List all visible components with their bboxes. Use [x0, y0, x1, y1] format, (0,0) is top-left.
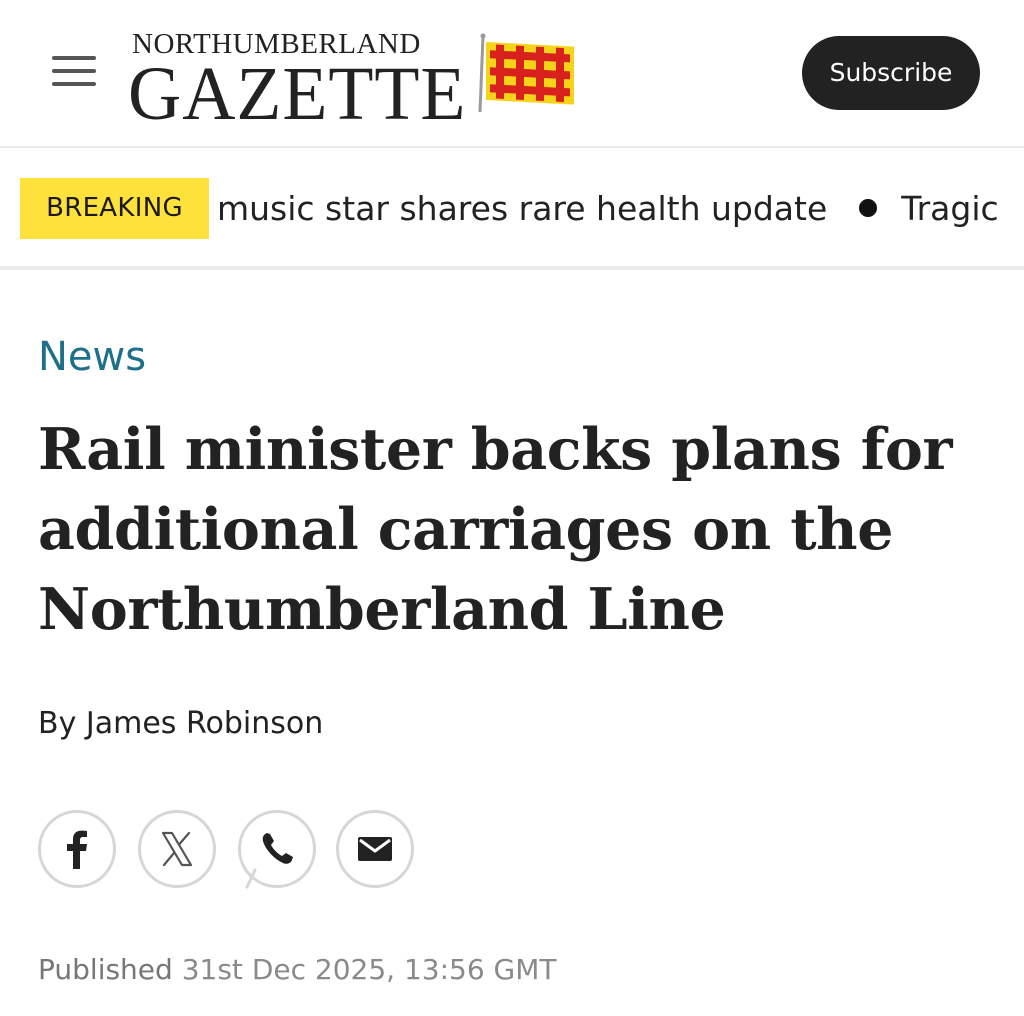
published-datetime: 31st Dec 2025, 13:56 GMT: [181, 953, 557, 986]
email-share-button[interactable]: [336, 810, 414, 888]
site-header: NORTHUMBERLAND GAZETTE Subscribe: [0, 0, 1024, 148]
published-date: Published 31st Dec 2025, 13:56 GMT: [38, 948, 557, 992]
byline: By James Robinson: [38, 700, 323, 748]
facebook-share-button[interactable]: [38, 810, 116, 888]
x-icon: [161, 831, 193, 867]
menu-bar: [52, 82, 96, 86]
menu-bar: [52, 69, 96, 73]
byline-prefix: By: [38, 706, 77, 741]
facebook-icon: [67, 830, 87, 869]
whatsapp-icon: [245, 833, 293, 889]
breaking-badge: BREAKING: [20, 178, 209, 239]
hamburger-menu-icon[interactable]: [50, 56, 98, 92]
article-headline: Rail minister backs plans for additional…: [38, 416, 953, 643]
site-logo[interactable]: NORTHUMBERLAND GAZETTE: [128, 28, 588, 134]
ticker-item[interactable]: Tragic: [901, 178, 998, 239]
whatsapp-share-button[interactable]: [238, 810, 316, 889]
x-share-button[interactable]: [138, 810, 216, 888]
ticker-track: music star shares rare health update Trag…: [217, 178, 999, 239]
menu-bar: [52, 56, 96, 60]
category-link[interactable]: News: [38, 330, 146, 384]
breaking-news-ticker: BREAKING music star shares rare health u…: [0, 150, 1024, 270]
subscribe-button[interactable]: Subscribe: [802, 36, 980, 110]
email-icon: [358, 837, 392, 861]
author-link[interactable]: James Robinson: [86, 706, 323, 741]
ticker-item[interactable]: music star shares rare health update: [217, 178, 827, 239]
published-label: Published: [38, 953, 173, 986]
northumberland-flag-icon: [478, 33, 574, 112]
ticker-separator-dot: [859, 198, 878, 217]
logo-main-text: GAZETTE: [128, 52, 467, 136]
